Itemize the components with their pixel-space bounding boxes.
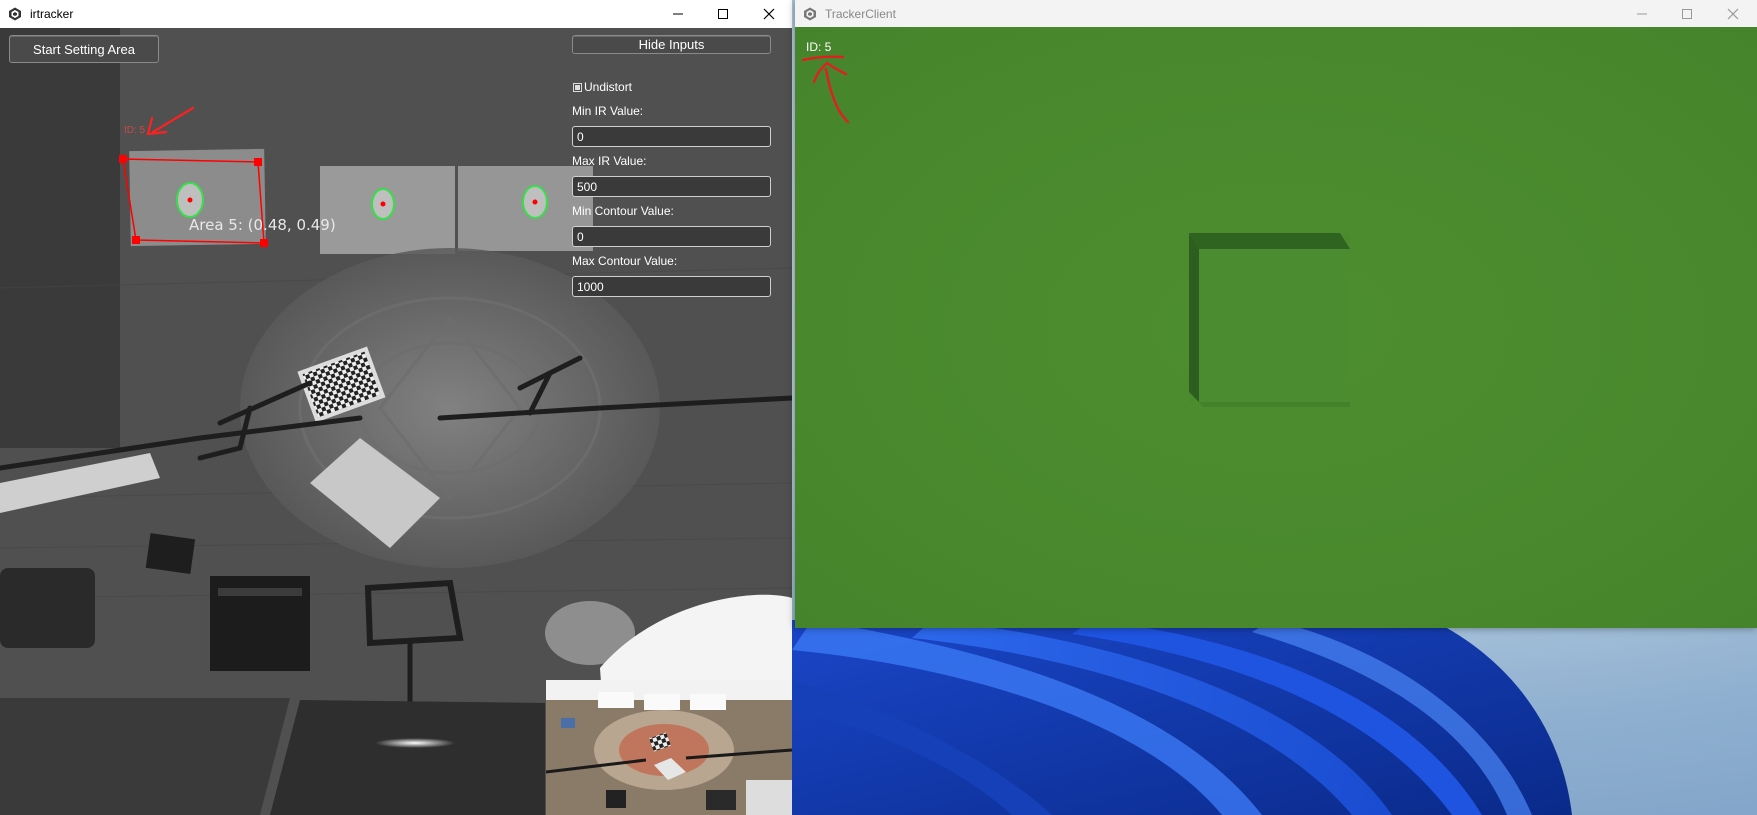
irtracker-window: irtracker ID: 5 Area 5: (0.48, 0.49) Sta… bbox=[0, 0, 792, 815]
annotation-arrow-icon bbox=[801, 55, 850, 124]
ir-blob-2 bbox=[371, 188, 395, 220]
render-viewport[interactable]: ID: 5 bbox=[795, 27, 1757, 628]
start-setting-area-button[interactable]: Start Setting Area bbox=[9, 35, 159, 63]
minimize-icon bbox=[673, 13, 683, 15]
max-ir-input[interactable] bbox=[572, 176, 771, 197]
maximize-icon bbox=[1682, 9, 1692, 19]
area-handle[interactable] bbox=[254, 158, 262, 166]
minimize-button[interactable] bbox=[1619, 0, 1665, 28]
area-label: Area 5: (0.48, 0.49) bbox=[189, 216, 336, 234]
area-id-tag: ID: 5 bbox=[124, 125, 146, 136]
trackerclient-window: TrackerClient ID: 5 bbox=[795, 0, 1757, 628]
minimize-button[interactable] bbox=[655, 0, 701, 28]
max-contour-label: Max Contour Value: bbox=[572, 254, 678, 268]
min-contour-input[interactable] bbox=[572, 226, 771, 247]
maximize-button[interactable] bbox=[1664, 0, 1710, 28]
wallpaper-bloom bbox=[792, 620, 1572, 815]
area-handle[interactable] bbox=[132, 236, 140, 244]
color-camera-preview bbox=[546, 680, 792, 815]
tracked-cube bbox=[1189, 233, 1350, 407]
undistort-checkbox[interactable] bbox=[573, 82, 582, 92]
app-logo-icon bbox=[9, 7, 21, 21]
min-ir-input[interactable] bbox=[572, 126, 771, 147]
irtracker-titlebar[interactable]: irtracker bbox=[0, 0, 792, 28]
undistort-checkbox-row[interactable]: Undistort bbox=[573, 80, 632, 94]
close-button[interactable] bbox=[1710, 0, 1756, 28]
ir-blob-1 bbox=[176, 182, 204, 218]
undistort-label: Undistort bbox=[584, 80, 633, 94]
min-ir-label: Min IR Value: bbox=[572, 104, 644, 118]
close-icon bbox=[1727, 8, 1739, 20]
close-button[interactable] bbox=[746, 0, 792, 28]
max-ir-label: Max IR Value: bbox=[572, 154, 647, 168]
trackerclient-titlebar[interactable]: TrackerClient bbox=[795, 0, 1757, 28]
min-contour-label: Min Contour Value: bbox=[572, 204, 674, 218]
object-box bbox=[145, 533, 196, 575]
window-title: irtracker bbox=[30, 7, 74, 21]
maximize-button[interactable] bbox=[700, 0, 746, 28]
area-handle[interactable] bbox=[260, 239, 268, 247]
ir-camera-view[interactable]: ID: 5 Area 5: (0.48, 0.49) Start Setting… bbox=[0, 28, 792, 815]
hide-inputs-button[interactable]: Hide Inputs bbox=[572, 35, 771, 54]
max-contour-input[interactable] bbox=[572, 276, 771, 297]
minimize-icon bbox=[1637, 13, 1647, 15]
scene-3d bbox=[801, 55, 1350, 407]
app-logo-icon bbox=[804, 7, 816, 21]
window-title: TrackerClient bbox=[825, 7, 896, 21]
maximize-icon bbox=[718, 9, 728, 19]
close-icon bbox=[763, 8, 775, 20]
ir-blob-3 bbox=[522, 185, 548, 219]
area-handle[interactable] bbox=[119, 155, 127, 163]
